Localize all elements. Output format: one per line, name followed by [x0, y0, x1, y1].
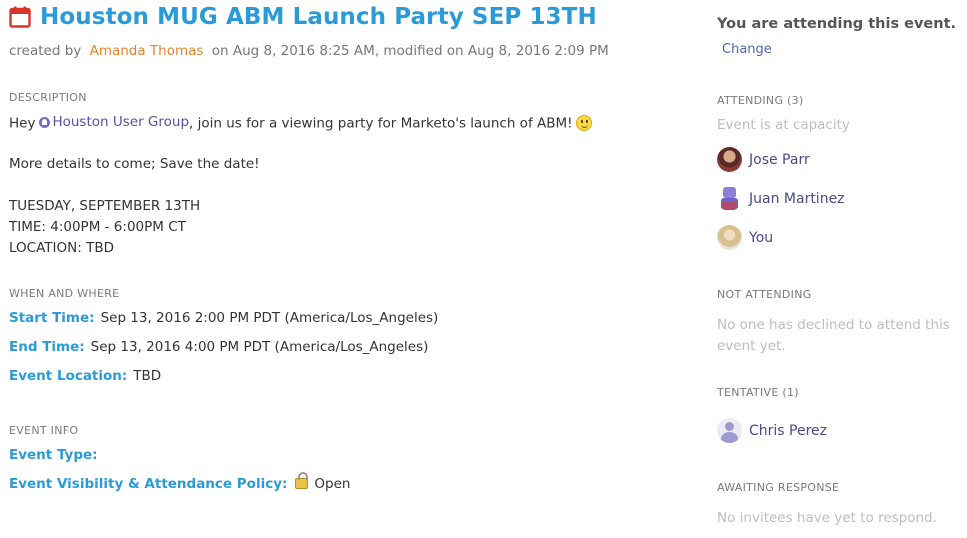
- start-time-row: Start Time: Sep 13, 2016 2:00 PM PDT (Ame…: [9, 310, 438, 326]
- group-name[interactable]: Houston User Group: [52, 114, 189, 130]
- when-where-label: WHEN AND WHERE: [9, 287, 120, 300]
- policy-key: Event Visibility & Attendance Policy:: [9, 476, 288, 492]
- end-time-value: Sep 13, 2016 4:00 PM PDT (America/Los_An…: [90, 339, 429, 355]
- avatar: [717, 186, 742, 211]
- avatar: [717, 418, 742, 443]
- start-time-value: Sep 13, 2016 2:00 PM PDT (America/Los_An…: [100, 310, 439, 326]
- not-attending-note: No one has declined to attend this event…: [717, 317, 950, 354]
- event-header: Houston MUG ABM Launch Party SEP 13TH: [9, 4, 597, 30]
- attendee-name[interactable]: Jose Parr: [749, 152, 810, 168]
- avatar: [717, 147, 742, 172]
- group-icon: [39, 116, 51, 128]
- smiley-icon: [575, 114, 592, 131]
- attendance-status: You are attending this event.: [717, 16, 957, 32]
- attending-label: ATTENDING (3): [717, 94, 804, 107]
- calendar-icon: [9, 6, 31, 28]
- attendee-item[interactable]: Jose Parr: [717, 147, 810, 172]
- start-time-key: Start Time:: [9, 310, 95, 326]
- event-location-row: Event Location: TBD: [9, 368, 161, 384]
- change-link[interactable]: Change: [722, 42, 772, 57]
- avatar: [717, 225, 742, 250]
- tentative-label: TENTATIVE (1): [717, 386, 799, 399]
- event-type-row: Event Type:: [9, 447, 104, 463]
- greeting-text: Hey: [9, 115, 36, 132]
- capacity-note: Event is at capacity: [717, 117, 850, 133]
- event-location-key: Event Location:: [9, 368, 128, 384]
- description-label: DESCRIPTION: [9, 91, 87, 104]
- event-type-key: Event Type:: [9, 447, 98, 463]
- end-time-key: End Time:: [9, 339, 85, 355]
- lock-icon: [295, 472, 309, 489]
- description-line-5: LOCATION: TBD: [9, 240, 114, 256]
- end-time-row: End Time: Sep 13, 2016 4:00 PM PDT (Ameri…: [9, 339, 428, 355]
- event-location-value: TBD: [133, 368, 162, 384]
- description-line-3: TUESDAY, SEPTEMBER 13TH: [9, 198, 201, 214]
- description-line-1: Hey Houston User Group, join us for a vie…: [9, 114, 592, 132]
- awaiting-note: No invitees have yet to respond.: [717, 510, 937, 526]
- awaiting-label: AWAITING RESPONSE: [717, 481, 840, 494]
- invite-text: , join us for a viewing party for Market…: [189, 115, 573, 132]
- tentative-name[interactable]: Chris Perez: [749, 423, 827, 439]
- policy-value: Open: [314, 476, 351, 492]
- author-link[interactable]: Amanda Thomas: [90, 43, 204, 59]
- description-line-4: TIME: 4:00PM - 6:00PM CT: [9, 219, 186, 235]
- event-dates: on Aug 8, 2016 8:25 AM, modified on Aug …: [211, 43, 609, 59]
- event-meta: created by Amanda Thomas on Aug 8, 2016 …: [9, 43, 609, 59]
- created-by-label: created by: [9, 43, 82, 59]
- not-attending-label: NOT ATTENDING: [717, 288, 812, 301]
- event-info-label: EVENT INFO: [9, 424, 79, 437]
- description-line-2: More details to come; Save the date!: [9, 156, 260, 172]
- attendee-name[interactable]: You: [749, 230, 773, 246]
- event-title: Houston MUG ABM Launch Party SEP 13TH: [40, 4, 597, 30]
- policy-row: Event Visibility & Attendance Policy: Ope…: [9, 472, 351, 492]
- tentative-item[interactable]: Chris Perez: [717, 418, 827, 443]
- attendee-name[interactable]: Juan Martinez: [749, 191, 845, 207]
- group-link[interactable]: Houston User Group: [35, 114, 189, 130]
- attendee-item[interactable]: Juan Martinez: [717, 186, 845, 211]
- attendee-item[interactable]: You: [717, 225, 773, 250]
